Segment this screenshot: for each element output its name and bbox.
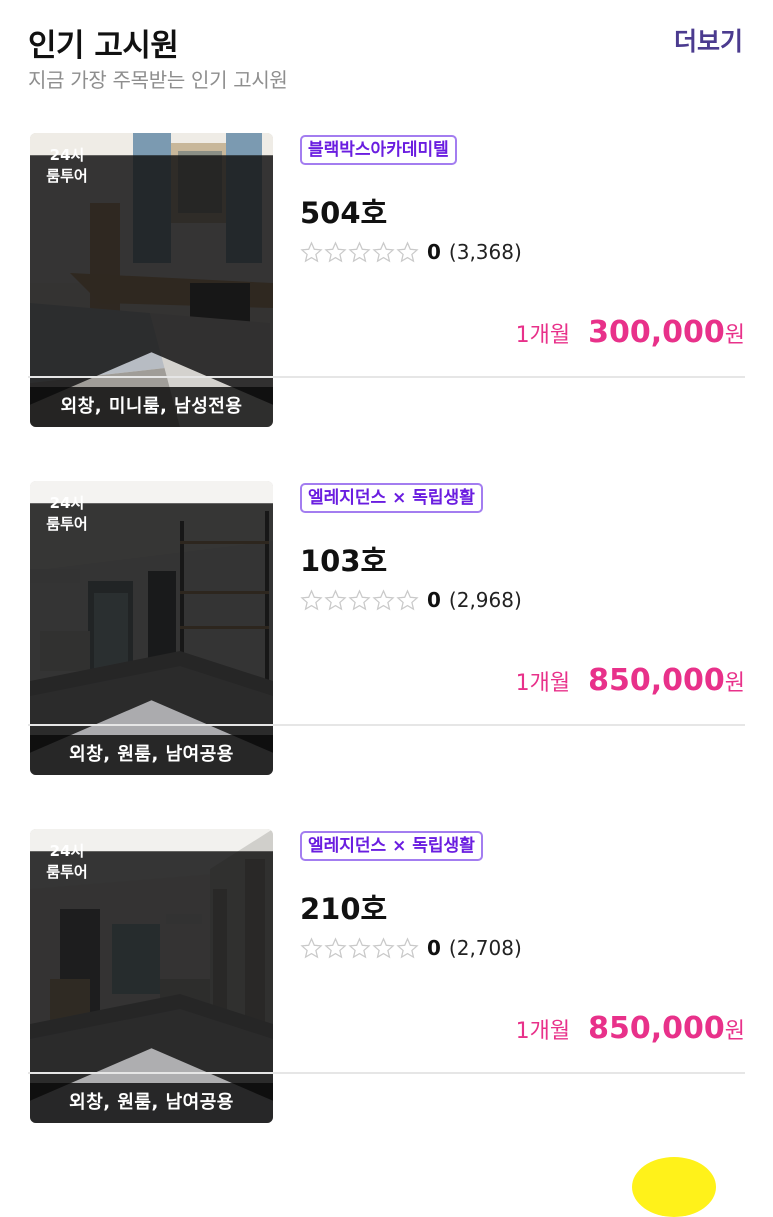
price-period: 1개월 [515,671,571,696]
star-outline-icon [396,240,419,262]
room-photo[interactable]: 24시 룸투어 외창, 원룸, 남여공용 [30,829,273,1123]
price-unit: 원 [724,323,745,348]
tour-badge-line2: 룸투어 [46,863,88,881]
review-count: (2,708) [448,936,522,960]
rating-stars [300,936,419,960]
rating-score: 0 [427,240,441,264]
star-outline-icon [300,936,323,958]
tour-badge-line2: 룸투어 [46,167,88,185]
tour-badge: 24시 룸투어 [30,829,273,1101]
divider [28,1072,745,1074]
room-name[interactable]: 504호 [300,190,387,232]
star-outline-icon [324,588,347,610]
floating-chat-button[interactable] [632,1157,716,1217]
price-amount: 850,000 [588,663,725,698]
tour-badge: 24시 룸투어 [30,481,273,753]
review-count: (3,368) [448,240,522,264]
brand-badge: 블랙박스아카데미텔 [300,135,457,165]
rating-stars [300,240,419,264]
room-name[interactable]: 103호 [300,538,387,580]
price: 1개월 850,000 원 [516,1011,745,1046]
star-outline-icon [324,240,347,262]
star-outline-icon [396,588,419,610]
star-outline-icon [372,936,395,958]
star-outline-icon [348,240,371,262]
tour-badge-line1: 24시 [49,842,85,860]
star-outline-icon [324,936,347,958]
star-outline-icon [372,240,395,262]
rating-stars [300,588,419,612]
price: 1개월 300,000 원 [516,315,745,350]
star-outline-icon [300,240,323,262]
brand-badge: 엘레지던스 × 독립생활 [300,831,483,861]
rating: 0 (2,708) [300,933,522,963]
rating: 0 (3,368) [300,237,522,267]
review-count: (2,968) [448,588,522,612]
price-amount: 300,000 [588,315,725,350]
star-outline-icon [372,588,395,610]
listing-card[interactable]: 24시 룸투어 외창, 미니룸, 남성전용 블랙박스아카데미텔 504호 0 (… [28,30,745,427]
rating-score: 0 [427,588,441,612]
listing-card[interactable]: 24시 룸투어 외창, 원룸, 남여공용 엘레지던스 × 독립생활 210호 0… [28,726,745,1123]
price-period: 1개월 [515,323,571,348]
tour-badge-line1: 24시 [49,494,85,512]
price-unit: 원 [724,1019,745,1044]
brand-badge: 엘레지던스 × 독립생활 [300,483,483,513]
price: 1개월 850,000 원 [516,663,745,698]
star-outline-icon [348,588,371,610]
room-features-caption: 외창, 원룸, 남여공용 [30,1083,273,1123]
price-unit: 원 [724,671,745,696]
rating-score: 0 [427,936,441,960]
rating: 0 (2,968) [300,585,522,615]
listing-card[interactable]: 24시 룸투어 외창, 원룸, 남여공용 엘레지던스 × 독립생활 103호 0… [28,378,745,775]
price-amount: 850,000 [588,1011,725,1046]
room-name[interactable]: 210호 [300,886,387,928]
star-outline-icon [396,936,419,958]
tour-badge-line1: 24시 [49,146,85,164]
star-outline-icon [348,936,371,958]
star-outline-icon [300,588,323,610]
price-period: 1개월 [515,1019,571,1044]
tour-badge-line2: 룸투어 [46,515,88,533]
tour-badge: 24시 룸투어 [30,133,273,405]
